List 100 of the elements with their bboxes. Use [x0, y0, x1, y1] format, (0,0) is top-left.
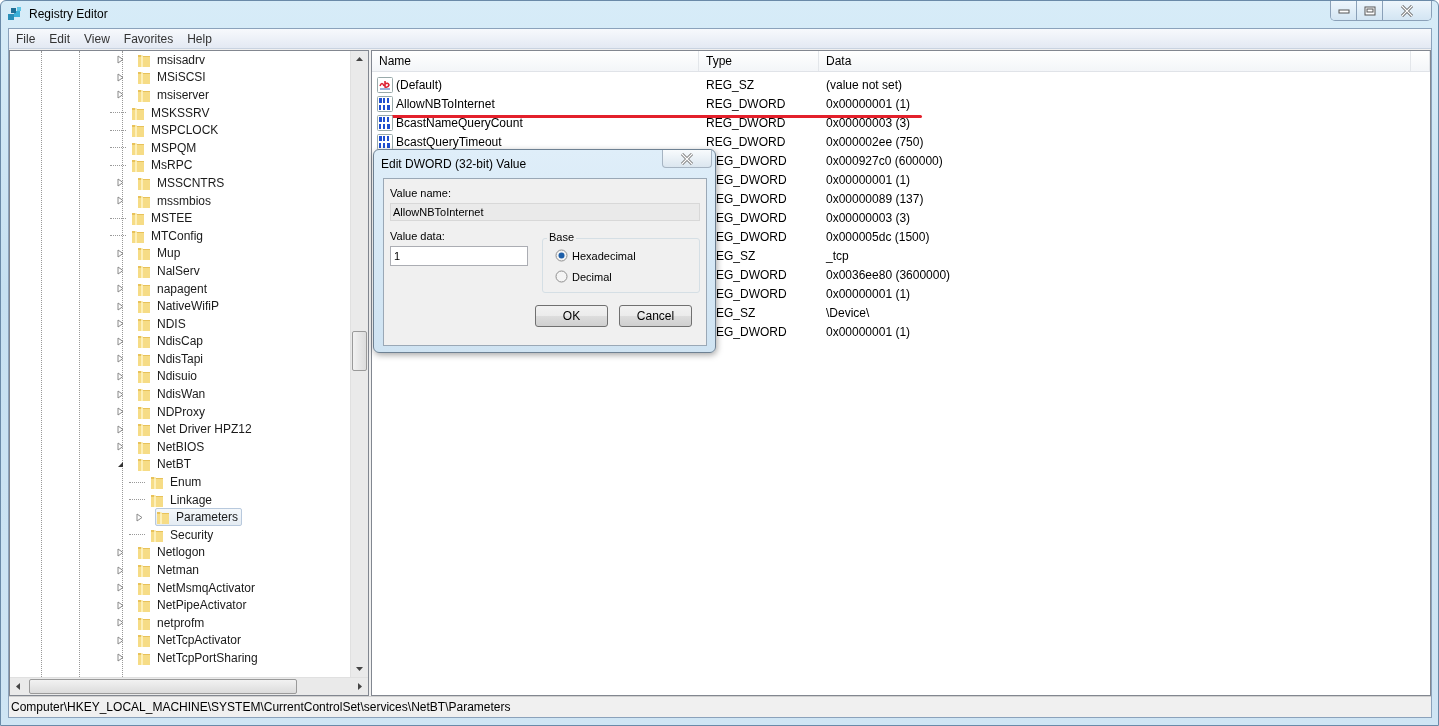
tree-item[interactable]: napagent	[136, 279, 212, 298]
minimize-button[interactable]	[1331, 1, 1357, 20]
ok-button[interactable]: OK	[535, 305, 608, 327]
tree-item[interactable]: Netlogon	[136, 543, 210, 562]
tree-item[interactable]: NetPipeActivator	[136, 596, 251, 615]
tree-item[interactable]: MSTEE	[130, 209, 197, 228]
expand-icon[interactable]	[116, 389, 125, 399]
expand-icon[interactable]	[116, 178, 125, 188]
tree-item[interactable]: Linkage	[149, 490, 217, 509]
expand-icon[interactable]	[135, 512, 144, 522]
close-button[interactable]	[662, 150, 712, 168]
tree-item[interactable]: NetBT	[136, 455, 195, 474]
menu-item[interactable]: Edit	[47, 31, 78, 46]
table-cell: EG_SZ	[716, 248, 756, 263]
maximize-button[interactable]	[1357, 1, 1383, 20]
expand-icon[interactable]	[116, 565, 125, 575]
menu-item[interactable]: Favorites	[121, 31, 181, 46]
close-button[interactable]	[1383, 1, 1431, 20]
value-name[interactable]: BcastQueryTimeout	[377, 133, 502, 150]
expand-icon[interactable]	[116, 372, 125, 381]
tree-item[interactable]: NetBIOS	[136, 437, 209, 456]
expand-icon[interactable]	[116, 600, 125, 610]
column-header[interactable]: Type	[699, 51, 819, 71]
tree-item[interactable]: NetTcpPortSharing	[136, 649, 262, 667]
tree-item[interactable]: msisadrv	[136, 51, 209, 69]
tree-item[interactable]: Ndisuio	[136, 367, 202, 386]
tree-item[interactable]: NalServ	[136, 261, 204, 280]
folder-icon	[137, 368, 151, 385]
tree-item[interactable]: MSPQM	[130, 138, 201, 157]
folder-icon	[137, 650, 151, 666]
menu-item[interactable]: View	[82, 31, 117, 46]
tree-item[interactable]: MSiSCSI	[136, 68, 210, 87]
expand-icon[interactable]	[116, 442, 125, 452]
scroll-thumb[interactable]	[352, 331, 367, 371]
radio-button[interactable]	[555, 249, 568, 262]
expand-icon[interactable]	[116, 354, 125, 364]
vertical-scrollbar[interactable]	[350, 51, 368, 677]
expand-icon[interactable]	[116, 284, 125, 293]
tree-item[interactable]: Parameters	[155, 508, 243, 527]
expand-icon[interactable]	[116, 583, 125, 593]
tree-item[interactable]: MsRPC	[130, 156, 197, 175]
expand-icon[interactable]	[116, 424, 125, 434]
expand-icon[interactable]	[116, 635, 125, 645]
value-name[interactable]: AllowNBToInternet	[377, 95, 495, 112]
column-header[interactable]: Name	[372, 51, 699, 71]
radio-option[interactable]: Hexadecimal	[555, 245, 699, 266]
menu-item[interactable]: File	[14, 31, 43, 46]
tree-item[interactable]: Mup	[136, 244, 185, 263]
expand-icon[interactable]	[116, 618, 125, 628]
cubes-icon	[7, 6, 23, 22]
expand-icon[interactable]	[116, 55, 125, 65]
tree-item[interactable]: MSPCLOCK	[130, 121, 223, 140]
tree-item[interactable]: netprofm	[136, 613, 209, 632]
expand-icon[interactable]	[116, 72, 125, 82]
radio-button[interactable]	[555, 270, 568, 283]
expand-icon[interactable]	[116, 301, 125, 311]
column-header[interactable]: Data	[819, 51, 1411, 71]
expand-icon[interactable]	[116, 336, 125, 346]
table-cell: _tcp	[826, 248, 849, 263]
tree-item[interactable]: MTConfig	[130, 226, 207, 245]
expand-icon[interactable]	[116, 266, 125, 276]
folder-icon	[137, 87, 151, 103]
horizontal-scrollbar[interactable]	[10, 677, 368, 695]
tree-item[interactable]: NativeWifiP	[136, 297, 223, 316]
tree-item[interactable]: NdisTapi	[136, 349, 208, 368]
tree-item[interactable]: NetMsmqActivator	[136, 578, 260, 597]
tree-item[interactable]: NdisCap	[136, 332, 208, 351]
folder-icon	[137, 456, 151, 473]
group-label: Base	[547, 231, 577, 243]
menu-item[interactable]: Help	[185, 31, 219, 46]
expand-icon[interactable]	[116, 319, 125, 329]
tree-item[interactable]: NdisWan	[136, 385, 210, 404]
tree-item[interactable]: Security	[149, 525, 218, 544]
value-name[interactable]: BcastNameQueryCount	[377, 114, 523, 131]
tree-item[interactable]: Netman	[136, 561, 204, 579]
expand-icon[interactable]	[116, 90, 125, 100]
tree-item[interactable]: NDProxy	[136, 402, 209, 421]
value-data-field[interactable]: 1	[390, 246, 528, 266]
tree-item[interactable]: msiserver	[136, 86, 213, 104]
tree-item[interactable]: mssmbios	[136, 191, 215, 210]
tree-item[interactable]: MSSCNTRS	[136, 173, 229, 192]
tree-item[interactable]: MSKSSRV	[130, 103, 214, 122]
value-name-field[interactable]: AllowNBToInternet	[390, 203, 700, 221]
table-cell: 0x00000003 (3)	[826, 115, 911, 130]
radio-option[interactable]: Decimal	[555, 266, 699, 287]
dialog-title: Edit DWORD (32-bit) Value	[381, 157, 527, 171]
maximize-icon	[1363, 5, 1376, 16]
value-name[interactable]: (Default)	[377, 76, 442, 93]
cancel-button[interactable]: Cancel	[619, 305, 692, 327]
expand-icon[interactable]	[116, 407, 125, 417]
expand-icon[interactable]	[116, 196, 125, 206]
tree-item[interactable]: Enum	[149, 473, 206, 492]
tree-item[interactable]: NDIS	[136, 314, 190, 333]
tree-item[interactable]: Net Driver HPZ12	[136, 420, 256, 439]
expand-icon[interactable]	[116, 653, 125, 663]
expand-icon[interactable]	[116, 547, 125, 557]
folder-icon	[137, 386, 151, 403]
tree-item[interactable]: NetTcpActivator	[136, 631, 246, 650]
scroll-thumb[interactable]	[29, 679, 297, 694]
expand-icon[interactable]	[116, 248, 125, 258]
